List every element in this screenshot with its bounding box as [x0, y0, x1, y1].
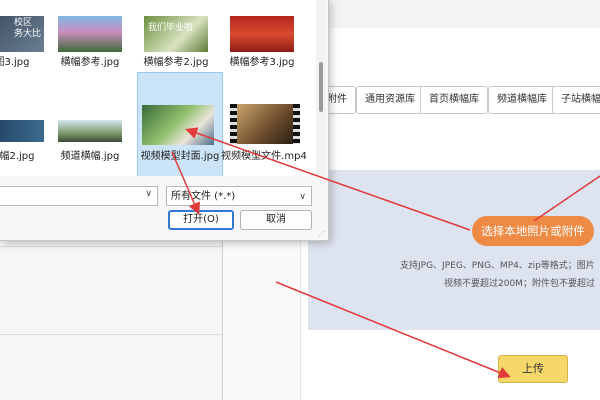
file-tile[interactable]: 横幅参考3.jpg [222, 16, 302, 72]
file-name: 视频模型封面.jpg [140, 151, 220, 162]
chevron-down-icon[interactable]: ∨ [299, 187, 306, 207]
size-hint: 视频不要超过200M；附件包不要超过 [444, 279, 595, 289]
tab-general-library[interactable]: 通用资源库 [356, 86, 424, 114]
resize-grip-icon[interactable]: ⋰ [318, 230, 326, 238]
image-thumbnail-icon [142, 105, 214, 145]
file-type-select[interactable]: 所有文件 (*.*) ∨ [166, 186, 312, 206]
image-thumbnail-icon [0, 120, 44, 142]
file-name: 视频模型文件.mp4 [221, 151, 307, 162]
file-tile-selected[interactable]: 视频模型封面.jpg [137, 72, 223, 176]
file-open-dialog: 校区 务大比 图3.jpg 横幅参考.jpg 我们毕业啦 横幅参考2.jpg 横… [0, 0, 329, 241]
open-button[interactable]: 打开(O) [168, 210, 234, 230]
divider [0, 246, 222, 247]
divider [0, 334, 222, 335]
file-name: 横幅参考.jpg [60, 57, 120, 68]
scrollbar-thumb[interactable] [319, 62, 323, 112]
video-thumbnail-icon [230, 104, 300, 144]
image-thumbnail-icon: 我们毕业啦 [144, 16, 208, 52]
image-thumbnail-icon [58, 16, 122, 52]
chevron-down-icon[interactable]: ∨ [145, 189, 152, 199]
file-tile[interactable]: 我们毕业啦 横幅参考2.jpg [136, 16, 216, 72]
file-tile[interactable]: 横幅2.jpg [0, 120, 52, 166]
background-top-strip [300, 0, 600, 29]
file-tile[interactable]: 校区 务大比 图3.jpg [0, 16, 52, 72]
tab-home-banner-library[interactable]: 首页横幅库 [420, 86, 488, 114]
image-thumbnail-icon: 校区 务大比 [0, 16, 44, 52]
thumbnail-caption: 校区 务大比 [14, 18, 42, 39]
upload-dropzone[interactable]: 支持JPG、JPEG、PNG、MP4、zip等格式；图片 视频不要超过200M；… [308, 170, 600, 330]
select-local-file-button[interactable]: 选择本地照片或附件 [472, 216, 594, 246]
file-name: 横幅参考2.jpg [143, 57, 209, 68]
cancel-button[interactable]: 取消 [240, 210, 312, 230]
image-thumbnail-icon [230, 16, 294, 52]
file-name: 横幅参考3.jpg [229, 57, 295, 68]
file-name-input[interactable]: ∨ [0, 186, 158, 206]
tab-subsite-banner-library[interactable]: 子站横幅库 [552, 86, 600, 114]
format-hint: 支持JPG、JPEG、PNG、MP4、zip等格式；图片 [400, 261, 595, 271]
file-tile[interactable]: 频道横幅.jpg [50, 120, 130, 166]
file-name: 频道横幅.jpg [60, 151, 120, 162]
tab-channel-banner-library[interactable]: 频道横幅库 [488, 86, 556, 114]
file-list: 校区 务大比 图3.jpg 横幅参考.jpg 我们毕业啦 横幅参考2.jpg 横… [0, 0, 316, 176]
vertical-scrollbar[interactable] [316, 0, 326, 176]
file-type-value: 所有文件 (*.*) [171, 191, 236, 202]
thumbnail-caption: 我们毕业啦 [148, 23, 194, 33]
upload-button[interactable]: 上传 [498, 355, 568, 383]
image-thumbnail-icon [58, 120, 122, 142]
file-tile[interactable]: 横幅参考.jpg [50, 16, 130, 72]
file-tile[interactable]: 视频模型文件.mp4 [221, 104, 307, 176]
